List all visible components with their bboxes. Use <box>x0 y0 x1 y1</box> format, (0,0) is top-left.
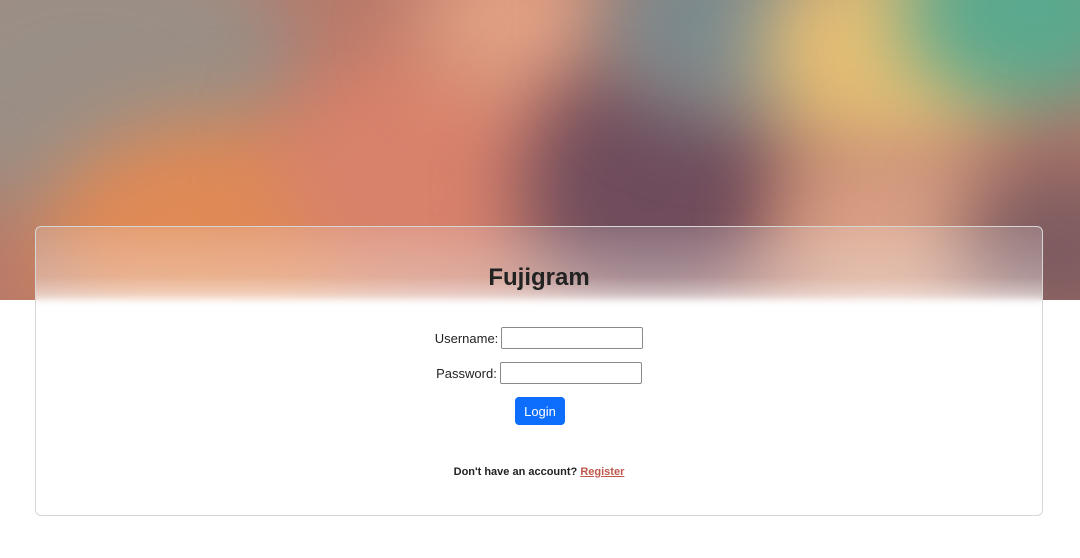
username-input[interactable] <box>501 327 644 349</box>
password-row: Password: <box>36 362 1042 384</box>
register-prompt-text: Don't have an account? <box>453 466 578 478</box>
username-label: Username: <box>434 330 499 346</box>
login-button[interactable]: Login <box>515 397 565 425</box>
password-input[interactable] <box>499 362 642 384</box>
password-label: Password: <box>436 365 497 381</box>
register-prompt: Don't have an account? Register <box>36 466 1042 478</box>
register-link[interactable]: Register <box>580 466 624 478</box>
login-card: Fujigram Username: Password: Login Don't… <box>35 226 1043 516</box>
username-row: Username: <box>36 327 1042 349</box>
app-title: Fujigram <box>488 264 590 291</box>
